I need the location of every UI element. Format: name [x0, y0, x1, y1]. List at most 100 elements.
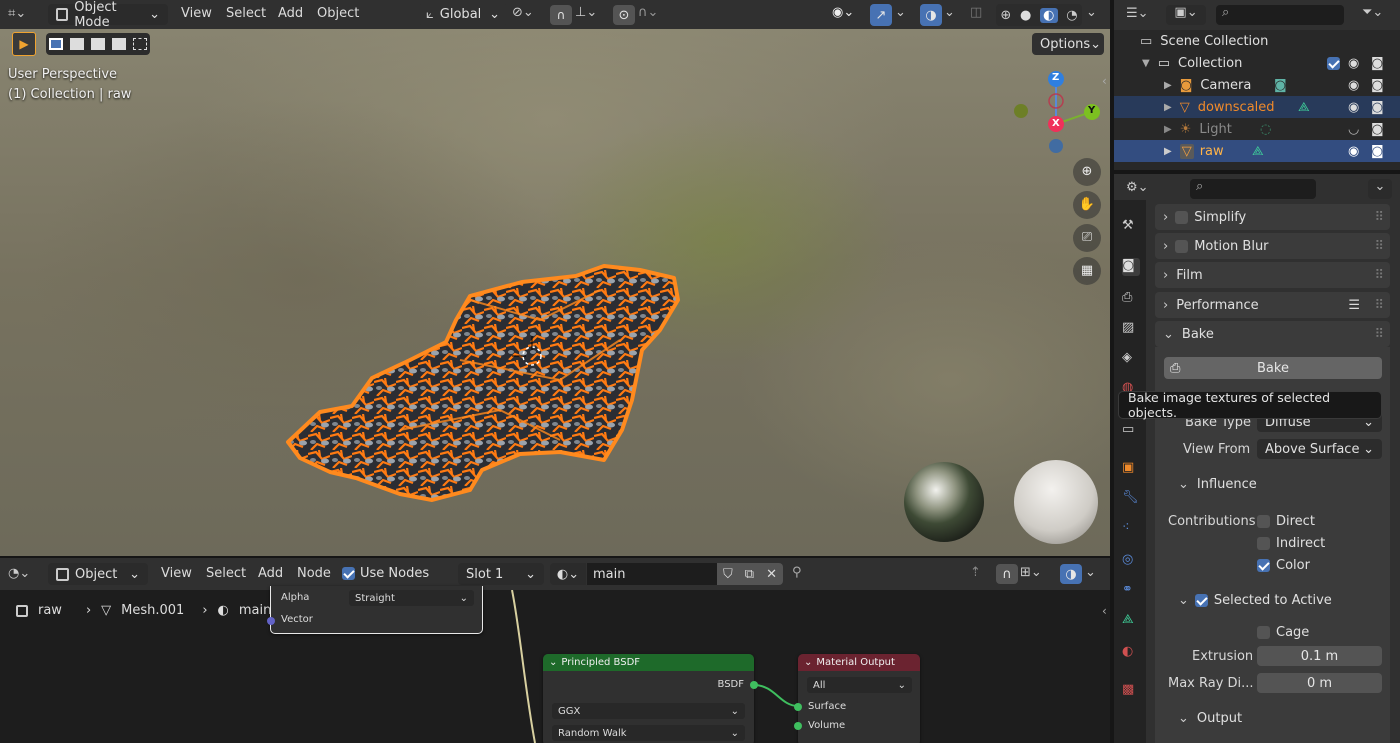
output-tab-icon[interactable]: ⎙: [1122, 290, 1140, 308]
surface-input-socket[interactable]: [794, 703, 802, 711]
particles-tab-icon[interactable]: ⁖: [1122, 520, 1140, 538]
overlays-toggle[interactable]: ◑: [920, 4, 942, 26]
max-ray-distance-field[interactable]: 0 m: [1257, 673, 1382, 693]
drag-handle-icon[interactable]: ⠿: [1374, 327, 1384, 342]
direct-checkbox[interactable]: Direct: [1257, 514, 1315, 529]
properties-search-input[interactable]: ⌕: [1190, 179, 1316, 199]
solid-shading-icon[interactable]: ●: [1020, 8, 1031, 23]
visibility-dropdown[interactable]: ◉⌄: [832, 5, 868, 25]
wireframe-shading-icon[interactable]: ⊕: [1000, 8, 1011, 23]
menu-view[interactable]: View: [181, 6, 212, 21]
principled-bsdf-node[interactable]: ⌄ Principled BSDF BSDF GGX ⌄ Random Walk ⌄: [543, 654, 758, 743]
subsurface-method-dropdown[interactable]: Random Walk ⌄: [552, 725, 745, 741]
editor-type-button[interactable]: ⌗⌄: [8, 6, 42, 24]
parent-node-tree-button[interactable]: ⇡: [970, 565, 981, 580]
view-from-dropdown[interactable]: Above Surface ⌄: [1257, 439, 1382, 459]
outliner-editor-type[interactable]: ☰⌄: [1126, 6, 1149, 21]
gizmo-toggle[interactable]: ↗: [870, 4, 892, 26]
transform-orientation-dropdown[interactable]: ⟀ Global ⌄: [418, 4, 508, 25]
menu-add[interactable]: Add: [278, 6, 303, 21]
outliner-item-light[interactable]: ▶ ☀ Light ◌ ◡ ◙: [1114, 118, 1400, 140]
node-snap-toggle[interactable]: ∩: [996, 564, 1018, 584]
bake-button[interactable]: ⎙ Bake: [1164, 357, 1382, 379]
ortho-toggle-button[interactable]: ▦: [1073, 257, 1101, 285]
material-slot-dropdown[interactable]: Slot 1 ⌄: [458, 563, 544, 585]
use-nodes-toggle[interactable]: Use Nodes: [342, 566, 429, 581]
render-camera-icon[interactable]: ◙: [1371, 56, 1384, 71]
outliner-item-camera[interactable]: ▶ ◙ Camera ◙ ◉ ◙: [1114, 74, 1400, 96]
render-tab-icon[interactable]: ◙: [1122, 258, 1140, 276]
rendered-shading-icon[interactable]: ◔: [1066, 8, 1077, 23]
collection-tab-icon[interactable]: ▭: [1122, 422, 1140, 440]
eye-closed-icon[interactable]: ◡: [1348, 122, 1359, 137]
panel-film[interactable]: › Film ⠿: [1155, 262, 1390, 288]
drag-handle-icon[interactable]: ⠿: [1374, 210, 1384, 225]
unlink-x-icon[interactable]: ✕: [766, 567, 777, 582]
snap-toggle[interactable]: ∩: [550, 5, 572, 25]
alpha-mode-dropdown[interactable]: Straight ⌄: [349, 590, 474, 606]
menu-object[interactable]: Object: [317, 6, 359, 21]
drag-handle-icon[interactable]: ⠿: [1374, 298, 1384, 313]
vector-input-socket[interactable]: [267, 617, 275, 625]
select-invert-icon[interactable]: [111, 38, 126, 50]
presets-list-icon[interactable]: ☰: [1348, 298, 1360, 313]
select-new-icon[interactable]: [49, 38, 64, 50]
fake-user-shield-icon[interactable]: ⛉: [723, 567, 733, 582]
texture-tab-icon[interactable]: ▩: [1122, 682, 1140, 700]
outliner-scene-collection[interactable]: ▭ Scene Collection: [1114, 30, 1400, 52]
gizmo-dropdown[interactable]: ⌄: [895, 5, 911, 25]
node-menu-select[interactable]: Select: [206, 566, 246, 581]
eye-icon[interactable]: ◉: [1348, 144, 1359, 159]
node-overlays-dropdown[interactable]: ⌄: [1085, 565, 1096, 580]
shading-dropdown[interactable]: ⌄: [1086, 5, 1102, 25]
material-preview-shading-icon[interactable]: ◐: [1040, 7, 1058, 23]
viewport-sidebar-toggle[interactable]: ‹: [1102, 74, 1107, 88]
panel-motion-blur[interactable]: › Motion Blur ⠿: [1155, 233, 1390, 259]
selected-to-active-checkbox[interactable]: [1194, 593, 1208, 607]
indirect-checkbox[interactable]: Indirect: [1257, 536, 1325, 551]
outliner-search-input[interactable]: ⌕: [1216, 5, 1344, 25]
drag-handle-icon[interactable]: ⠿: [1374, 239, 1384, 254]
select-box-tool[interactable]: ▶: [12, 32, 36, 56]
constraints-tab-icon[interactable]: ⚭: [1122, 582, 1140, 600]
select-extend-icon[interactable]: [70, 38, 85, 50]
outliner-item-downscaled[interactable]: ▶ ▽ downscaled ⟁ ◉ ◙: [1114, 96, 1400, 118]
image-texture-node[interactable]: Alpha Straight ⌄ Vector: [267, 586, 483, 634]
select-intersect-icon[interactable]: [132, 38, 147, 50]
camera-view-button[interactable]: ⎚: [1073, 224, 1101, 252]
scene-tab-icon[interactable]: ◈: [1122, 350, 1140, 368]
panel-performance[interactable]: › Performance ☰ ⠿: [1155, 292, 1390, 318]
material-output-node[interactable]: ⌄ Material Output All ⌄ Surface Volume: [794, 654, 920, 743]
sidebar-toggle[interactable]: ‹: [1102, 604, 1107, 618]
view-layer-tab-icon[interactable]: ▨: [1122, 320, 1140, 338]
node-overlays-toggle[interactable]: ◑: [1060, 564, 1082, 584]
proportional-edit-toggle[interactable]: ⊙: [613, 5, 635, 25]
drag-handle-icon[interactable]: ⠿: [1374, 268, 1384, 283]
object-tab-icon[interactable]: ▣: [1122, 460, 1140, 478]
node-snap-dropdown[interactable]: ⊞⌄: [1020, 565, 1054, 585]
editor-type-button[interactable]: ◔⌄: [8, 566, 42, 584]
subpanel-influence[interactable]: ⌄ Influence: [1168, 473, 1390, 495]
bsdf-output-socket[interactable]: [750, 681, 758, 689]
color-checkbox[interactable]: Color: [1257, 558, 1310, 573]
shader-type-dropdown[interactable]: Object ⌄: [48, 563, 148, 585]
render-camera-icon[interactable]: ◙: [1371, 78, 1384, 93]
cage-checkbox[interactable]: Cage: [1257, 625, 1309, 640]
menu-select[interactable]: Select: [226, 6, 266, 21]
tool-tab-icon[interactable]: ⚒: [1122, 218, 1140, 236]
material-browse-button[interactable]: ◐⌄: [550, 563, 586, 585]
distribution-dropdown[interactable]: GGX ⌄: [552, 703, 745, 719]
select-subtract-icon[interactable]: [90, 38, 105, 50]
properties-editor-type[interactable]: ⚙⌄: [1126, 180, 1149, 195]
snap-target-dropdown[interactable]: ⊥⌄: [575, 5, 607, 25]
pan-button[interactable]: ✋: [1073, 191, 1101, 219]
properties-options-dropdown[interactable]: ⌄: [1368, 179, 1392, 199]
data-tab-icon[interactable]: ⟁: [1122, 612, 1140, 630]
node-menu-view[interactable]: View: [161, 566, 192, 581]
render-camera-icon[interactable]: ◙: [1371, 100, 1384, 115]
display-mode-dropdown[interactable]: ▣⌄: [1166, 5, 1206, 25]
render-camera-icon[interactable]: ◙: [1371, 122, 1384, 137]
eye-icon[interactable]: ◉: [1348, 56, 1359, 71]
subpanel-selected-to-active[interactable]: ⌄ Selected to Active: [1168, 589, 1390, 611]
pin-button[interactable]: ⚲: [792, 565, 802, 580]
